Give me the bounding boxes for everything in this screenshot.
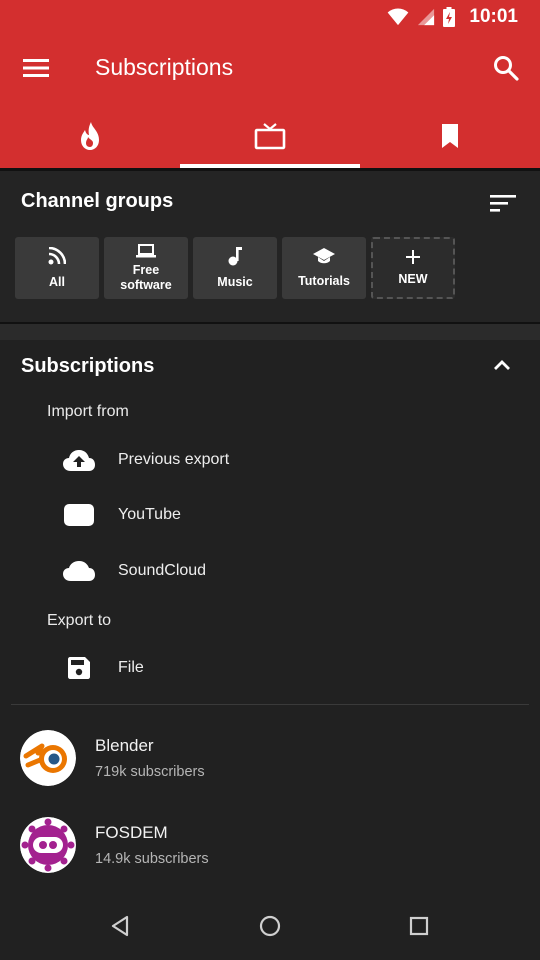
app-bar: 10:01 Subscriptions xyxy=(0,0,540,168)
toolbar: Subscriptions xyxy=(0,34,540,104)
rss-icon xyxy=(48,246,66,264)
music-note-icon xyxy=(228,247,242,266)
group-chip-music[interactable]: Music xyxy=(193,237,277,299)
import-from-label: Import from xyxy=(47,403,129,420)
channel-groups-header: Channel groups xyxy=(21,190,174,212)
signal-icon xyxy=(418,8,435,26)
list-divider xyxy=(11,704,529,705)
home-icon[interactable] xyxy=(258,914,282,938)
avatar xyxy=(20,817,76,873)
bookmark-icon xyxy=(442,124,458,148)
search-icon[interactable] xyxy=(490,52,522,84)
tab-bar xyxy=(0,104,540,168)
channel-groups-panel: Channel groups All Free software Music T… xyxy=(0,168,540,322)
import-youtube[interactable]: YouTube xyxy=(62,492,502,538)
tab-subscriptions[interactable] xyxy=(180,104,360,168)
export-file[interactable]: File xyxy=(62,645,502,691)
channel-name: Blender xyxy=(95,736,154,755)
channel-name: FOSDEM xyxy=(95,823,168,842)
hamburger-menu-icon[interactable] xyxy=(20,52,52,84)
import-item-label: Previous export xyxy=(118,451,230,468)
tv-subscriptions-icon xyxy=(254,123,286,150)
export-item-label: File xyxy=(118,659,144,676)
new-group-label: NEW xyxy=(398,271,428,286)
channel-subscriber-count: 719k subscribers xyxy=(95,764,205,780)
laptop-icon xyxy=(136,243,156,257)
blender-logo xyxy=(20,730,76,786)
group-label-free-software: Free software xyxy=(120,262,172,292)
group-label-all: All xyxy=(49,274,65,289)
status-clock: 10:01 xyxy=(469,6,518,27)
channel-subscriber-count: 14.9k subscribers xyxy=(95,851,209,867)
save-icon xyxy=(68,657,90,679)
page-title: Subscriptions xyxy=(95,54,234,80)
cloud-icon xyxy=(63,561,95,581)
import-item-label: SoundCloud xyxy=(118,562,207,579)
back-icon[interactable] xyxy=(108,914,132,938)
subscriptions-header[interactable]: Subscriptions xyxy=(21,355,154,378)
plus-icon xyxy=(406,249,420,264)
group-chip-tutorials[interactable]: Tutorials xyxy=(282,237,366,299)
system-navigation-bar xyxy=(0,886,540,960)
export-to-label: Export to xyxy=(47,612,112,629)
group-chip-all[interactable]: All xyxy=(15,237,99,299)
new-group-button[interactable]: NEW xyxy=(371,237,455,299)
tab-trending[interactable] xyxy=(0,104,180,168)
import-soundcloud[interactable]: SoundCloud xyxy=(62,548,502,594)
sort-icon[interactable] xyxy=(490,193,516,219)
battery-charging-icon xyxy=(443,7,456,27)
recents-icon[interactable] xyxy=(407,914,431,938)
group-label-music: Music xyxy=(217,275,253,289)
channel-item-blender[interactable]: Blender 719k subscribers xyxy=(20,730,520,794)
import-previous-export[interactable]: Previous export xyxy=(62,437,502,483)
fosdem-logo xyxy=(20,817,76,873)
youtube-icon xyxy=(64,504,94,526)
wifi-icon xyxy=(388,8,409,26)
tab-bookmarks[interactable] xyxy=(360,104,540,168)
channel-item-fosdem[interactable]: FOSDEM 14.9k subscribers xyxy=(20,817,520,881)
trending-fire-icon xyxy=(81,122,99,150)
avatar xyxy=(20,730,76,786)
chevron-up-icon[interactable] xyxy=(490,354,514,378)
status-bar: 10:01 xyxy=(0,0,540,34)
subscriptions-panel: Subscriptions Import from Previous expor… xyxy=(0,340,540,886)
school-icon xyxy=(313,248,335,264)
section-divider xyxy=(0,322,540,340)
group-list: All Free software Music Tutorials NEW xyxy=(15,237,455,299)
group-label-tutorials: Tutorials xyxy=(298,274,350,288)
cloud-upload-icon xyxy=(63,450,95,471)
group-chip-free-software[interactable]: Free software xyxy=(104,237,188,299)
import-item-label: YouTube xyxy=(118,506,181,523)
